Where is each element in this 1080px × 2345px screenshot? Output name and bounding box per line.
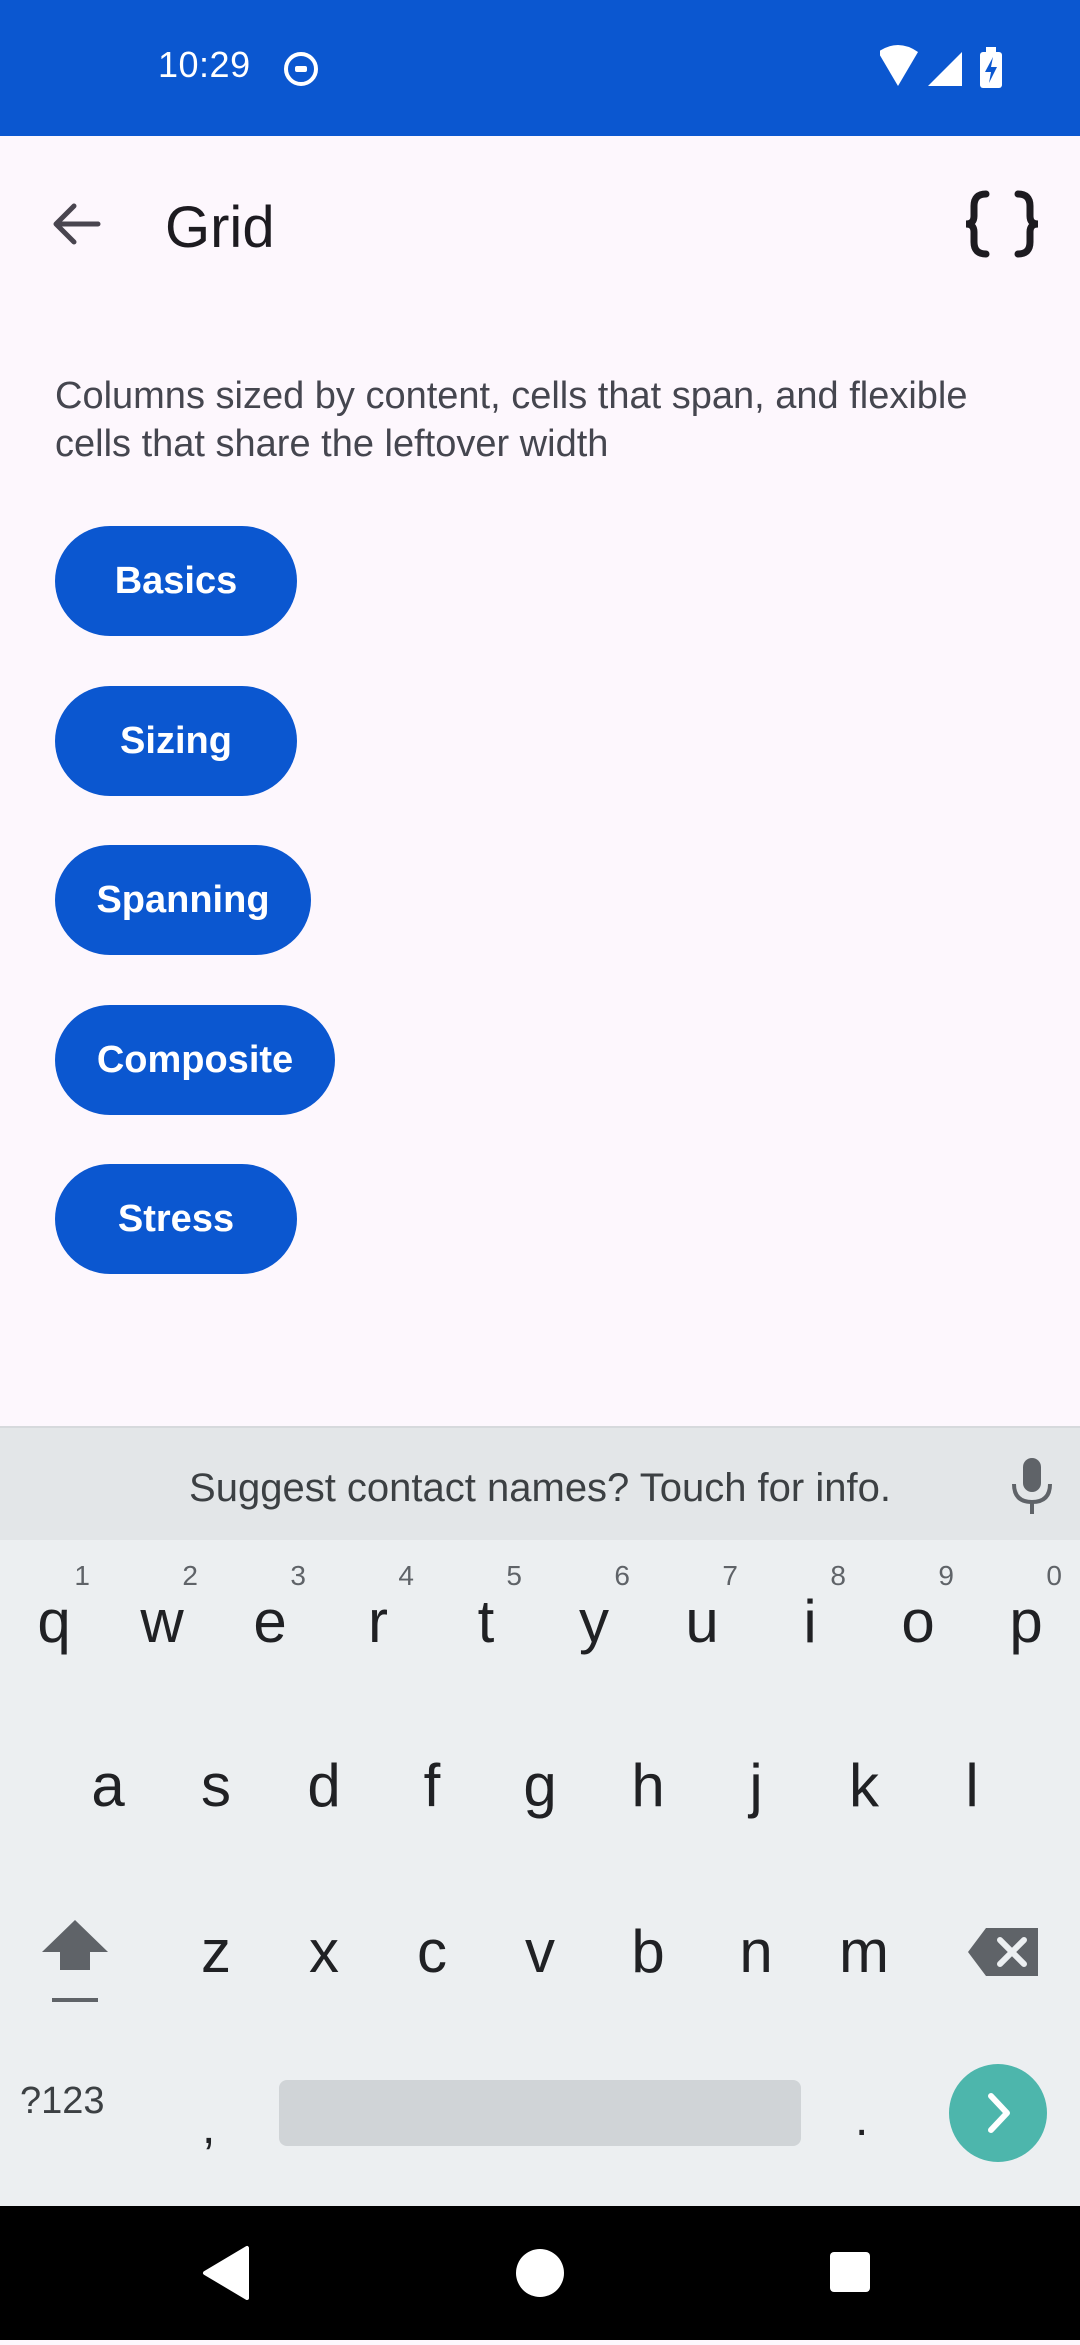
battery-charging-icon (980, 47, 1002, 88)
cell-signal-icon (928, 52, 962, 86)
key-n[interactable]: n (702, 1876, 810, 2026)
status-time: 10:29 (158, 44, 251, 85)
key-k[interactable]: k (810, 1710, 918, 1860)
key-b[interactable]: b (594, 1876, 702, 2026)
mic-icon[interactable] (1004, 1456, 1060, 1516)
key-t[interactable]: t5 (432, 1546, 540, 1696)
app-bar: Grid (0, 136, 1080, 312)
enter-button[interactable] (949, 2064, 1047, 2162)
shift-icon[interactable] (30, 1912, 120, 2012)
key-v[interactable]: v (486, 1876, 594, 2026)
key-g[interactable]: g (486, 1710, 594, 1860)
key-o[interactable]: o9 (864, 1546, 972, 1696)
key-i[interactable]: i8 (756, 1546, 864, 1696)
key-q[interactable]: q1 (0, 1546, 108, 1696)
backspace-icon[interactable] (966, 1924, 1042, 1980)
status-bar: 10:29 (0, 0, 1080, 136)
key-e[interactable]: e3 (216, 1546, 324, 1696)
composite-button[interactable]: Composite (55, 1005, 335, 1115)
symbols-key[interactable]: ?123 (20, 2080, 105, 2123)
key-m[interactable]: m (810, 1876, 918, 2026)
spacebar[interactable] (279, 2080, 801, 2146)
navigation-bar (0, 2206, 1080, 2340)
nav-home-icon (516, 2249, 564, 2297)
spanning-button[interactable]: Spanning (55, 845, 311, 955)
wifi-icon (880, 45, 918, 86)
nav-recents-icon (830, 2252, 870, 2292)
key-a[interactable]: a (54, 1710, 162, 1860)
code-braces-icon[interactable] (958, 180, 1046, 268)
comma-key[interactable]: , (202, 2100, 215, 2155)
page-title: Grid (165, 195, 275, 260)
key-l[interactable]: l (918, 1710, 1026, 1860)
key-x[interactable]: x (270, 1876, 378, 2026)
key-u[interactable]: u7 (648, 1546, 756, 1696)
key-w[interactable]: w2 (108, 1546, 216, 1696)
notification-icon (284, 52, 318, 86)
basics-button[interactable]: Basics (55, 526, 297, 636)
key-r[interactable]: r4 (324, 1546, 432, 1696)
period-key[interactable]: . (855, 2092, 868, 2147)
arrow-back-icon[interactable] (40, 188, 112, 260)
key-p[interactable]: p0 (972, 1546, 1080, 1696)
sizing-button[interactable]: Sizing (55, 686, 297, 796)
key-f[interactable]: f (378, 1710, 486, 1860)
key-z[interactable]: z (162, 1876, 270, 2026)
page-description: Columns sized by content, cells that spa… (55, 375, 968, 465)
key-s[interactable]: s (162, 1710, 270, 1860)
nav-back-icon (203, 2246, 249, 2300)
stress-button[interactable]: Stress (55, 1164, 297, 1274)
suggestion-text[interactable]: Suggest contact names? Touch for info. (0, 1466, 1080, 1511)
key-y[interactable]: y6 (540, 1546, 648, 1696)
key-d[interactable]: d (270, 1710, 378, 1860)
key-h[interactable]: h (594, 1710, 702, 1860)
status-icons (880, 45, 1002, 88)
suggestion-strip[interactable]: Suggest contact names? Touch for info. (0, 1426, 1080, 1540)
chevron-right-icon (988, 2093, 1010, 2133)
nav-buttons (203, 2246, 870, 2300)
key-j[interactable]: j (702, 1710, 810, 1860)
key-c[interactable]: c (378, 1876, 486, 2026)
